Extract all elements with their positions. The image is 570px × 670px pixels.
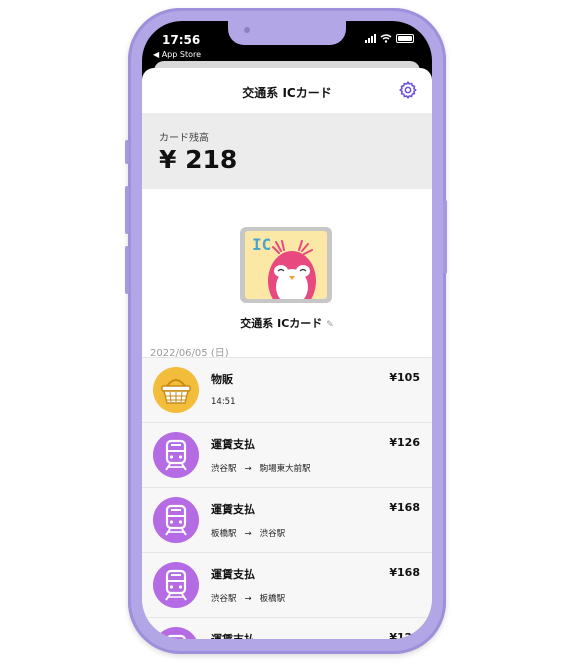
transaction-amount: ¥105 xyxy=(389,371,420,384)
card-name[interactable]: 交通系 ICカード ✎ xyxy=(142,315,432,331)
transaction-detail: 渋谷駅 → 板橋駅 xyxy=(211,592,285,604)
ic-card-image[interactable]: IC xyxy=(240,227,332,303)
station-to: 渋谷駅 xyxy=(259,529,286,539)
battery-icon xyxy=(396,34,414,43)
train-icon xyxy=(166,634,186,639)
wifi-icon xyxy=(380,34,392,43)
transaction-row[interactable]: 運賃支払 ¥168 板橋駅 → 渋谷駅 xyxy=(142,487,432,552)
signal-icon xyxy=(365,34,376,43)
transaction-list: 物販 ¥105 14:51 運賃支払 ¥126 渋谷駅 → 駒場東大前駅 運賃支払 ¥168 板橋駅… xyxy=(142,357,432,639)
arrow-right-icon: → xyxy=(244,529,252,539)
phone-screen: 17:56 ◀ App Store 交通系 ICカード カード残高 ¥ 218 … xyxy=(142,21,432,639)
camera-icon xyxy=(244,27,250,33)
arrow-right-icon: → xyxy=(244,464,252,474)
station-from: 渋谷駅 xyxy=(211,464,237,474)
shopping-basket-badge xyxy=(153,367,199,413)
penguin-mascot-icon xyxy=(268,240,316,299)
volume-down-button xyxy=(125,246,129,294)
train-badge xyxy=(153,627,199,639)
train-badge xyxy=(153,497,199,543)
card-name-label: 交通系 ICカード xyxy=(240,317,323,330)
edit-pencil-icon[interactable]: ✎ xyxy=(326,320,334,330)
balance-panel: カード残高 ¥ 218 xyxy=(142,113,432,189)
notch xyxy=(228,21,346,45)
transaction-row[interactable]: 運賃支払 ¥126 渋谷駅 → 駒場東大前駅 xyxy=(142,422,432,487)
page-title: 交通系 ICカード xyxy=(242,86,332,100)
arrow-right-icon: → xyxy=(244,594,252,604)
transaction-row[interactable]: 運賃支払 ¥168 渋谷駅 → 板橋駅 xyxy=(142,552,432,617)
shopping-basket-icon xyxy=(161,379,191,404)
transaction-detail: 板橋駅 → 渋谷駅 xyxy=(211,527,285,539)
transaction-type: 運賃支払 xyxy=(211,503,255,516)
back-to-app-store[interactable]: ◀ App Store xyxy=(153,50,201,59)
ic-card-sheet: 交通系 ICカード カード残高 ¥ 218 IC 交通系 ICカード ✎ 202… xyxy=(142,68,432,639)
mute-switch xyxy=(125,140,129,164)
balance-value: ¥ 218 xyxy=(159,145,238,174)
train-badge xyxy=(153,562,199,608)
transaction-time: 14:51 xyxy=(211,397,236,407)
settings-gear-icon[interactable] xyxy=(398,80,418,100)
train-badge xyxy=(153,432,199,478)
transaction-row[interactable]: 物販 ¥105 14:51 xyxy=(142,357,432,422)
train-icon xyxy=(165,439,187,471)
balance-label: カード残高 xyxy=(159,133,209,144)
station-from: 板橋駅 xyxy=(211,529,237,539)
transaction-type: 物販 xyxy=(211,373,233,386)
transaction-detail: 渋谷駅 → 駒場東大前駅 xyxy=(211,462,311,474)
status-time: 17:56 xyxy=(162,33,201,47)
power-button xyxy=(443,200,447,274)
card-face: IC xyxy=(245,231,327,299)
transaction-amount: ¥126 xyxy=(389,631,420,639)
transaction-type: 運賃支払 xyxy=(211,631,255,639)
train-icon xyxy=(165,504,187,536)
train-icon xyxy=(165,569,187,601)
station-from: 渋谷駅 xyxy=(211,594,237,604)
station-to: 板橋駅 xyxy=(259,594,286,604)
transaction-type: 運賃支払 xyxy=(211,438,255,451)
station-to: 駒場東大前駅 xyxy=(259,464,311,474)
transaction-amount: ¥168 xyxy=(389,501,420,514)
transaction-row[interactable]: 運賃支払 ¥126 xyxy=(142,617,432,639)
transaction-amount: ¥126 xyxy=(389,436,420,449)
status-icons xyxy=(365,34,414,43)
transaction-amount: ¥168 xyxy=(389,566,420,579)
transaction-detail: 14:51 xyxy=(211,397,236,407)
volume-up-button xyxy=(125,186,129,234)
transaction-type: 運賃支払 xyxy=(211,568,255,581)
